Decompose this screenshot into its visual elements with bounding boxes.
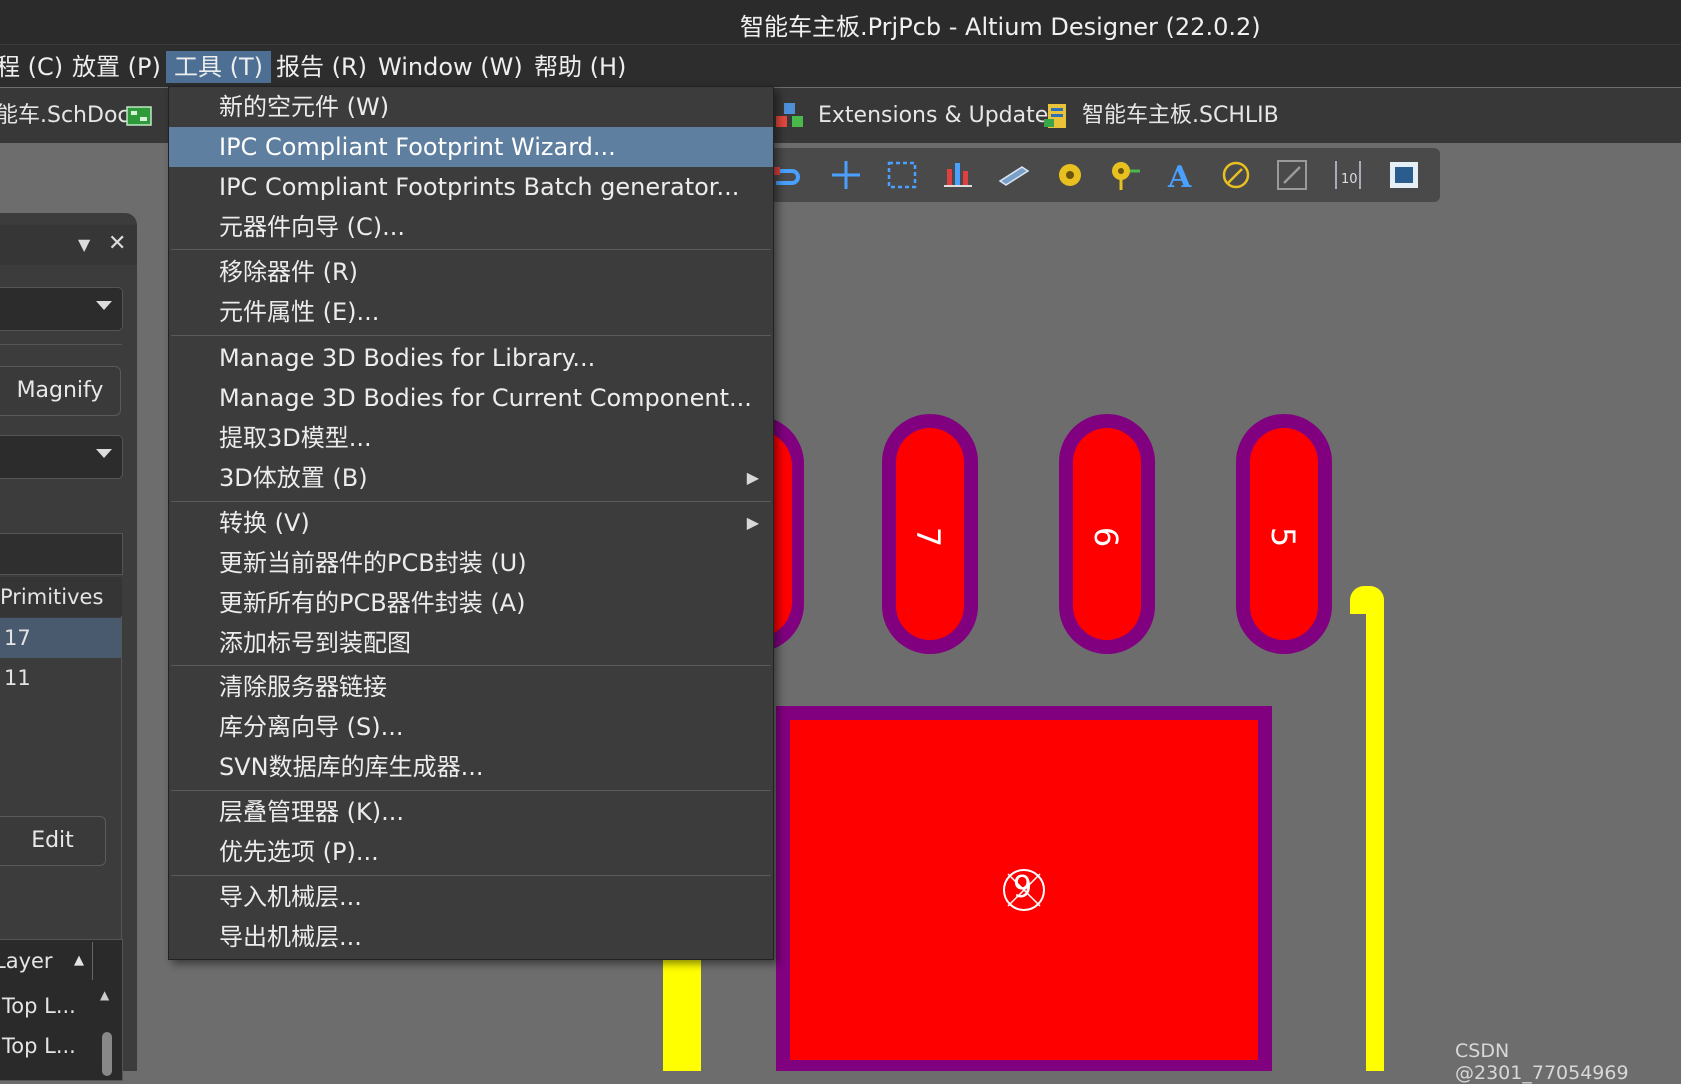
pad-6-label: 6 (1087, 526, 1126, 548)
tools-dropdown-menu: 新的空元件 (W) IPC Compliant Footprint Wizard… (168, 86, 774, 960)
magnify-button[interactable]: Magnify (0, 366, 121, 416)
menu-item-clear-server-links[interactable]: 清除服务器链接 (169, 667, 773, 707)
scroll-up-icon[interactable]: ▲ (100, 988, 109, 1002)
menu-item-add-designator-assembly[interactable]: 添加标号到装配图 (169, 623, 773, 663)
menu-item-label: 3D体放置 (B) (219, 464, 368, 492)
pad-7-label: 7 (909, 526, 948, 548)
pad-5-label: 5 (1264, 526, 1303, 548)
menu-item-ipc-batch-generator[interactable]: IPC Compliant Footprints Batch generator… (169, 167, 773, 207)
menu-separator (171, 249, 771, 250)
submenu-arrow-icon: ▶ (746, 513, 759, 532)
layer-header-label: Layer (0, 949, 53, 973)
pad-9-label: 9 (1013, 870, 1033, 905)
menu-separator (171, 875, 771, 876)
scrollbar-thumb[interactable] (102, 1032, 112, 1076)
table-row[interactable]: Top L... (0, 1026, 94, 1066)
menu-item-update-current-pcb-footprint[interactable]: 更新当前器件的PCB封装 (U) (169, 543, 773, 583)
menu-item-ipc-footprint-wizard[interactable]: IPC Compliant Footprint Wizard... (169, 127, 773, 167)
panel-divider (0, 344, 122, 345)
scrollbar[interactable]: ▲ (98, 988, 116, 1078)
layer-column-header[interactable]: Layer ▲ (0, 942, 93, 980)
menu-item-component-properties[interactable]: 元件属性 (E)... (169, 292, 773, 332)
menu-item-manage-3d-current[interactable]: Manage 3D Bodies for Current Component..… (169, 378, 773, 418)
chevron-down-icon (96, 449, 112, 458)
menu-item-preferences[interactable]: 优先选项 (P)... (169, 832, 773, 872)
close-icon[interactable]: ✕ (108, 231, 126, 256)
panel-menu-icon[interactable]: ▼ (78, 235, 90, 254)
menu-separator (171, 665, 771, 666)
menu-item-component-wizard[interactable]: 元器件向导 (C)... (169, 207, 773, 247)
edit-button[interactable]: Edit (0, 816, 106, 866)
watermark-text: CSDN @2301_77054969 (1455, 1040, 1629, 1084)
submenu-arrow-icon: ▶ (746, 468, 759, 487)
menu-item-svn-library-maker[interactable]: SVN数据库的库生成器... (169, 747, 773, 787)
panel-dropdown-1[interactable] (0, 287, 123, 331)
menu-item-update-all-pcb-footprints[interactable]: 更新所有的PCB器件封装 (A) (169, 583, 773, 623)
sort-up-icon: ▲ (74, 953, 84, 968)
menu-item-3d-body-placement[interactable]: 3D体放置 (B) ▶ (169, 458, 773, 498)
panel-dropdown-2[interactable] (0, 435, 123, 479)
table-row[interactable]: Top L... (0, 986, 94, 1026)
menu-item-manage-3d-library[interactable]: Manage 3D Bodies for Library... (169, 338, 773, 378)
menu-separator (171, 335, 771, 336)
menu-item-extract-3d-model[interactable]: 提取3D模型... (169, 418, 773, 458)
menu-separator (171, 501, 771, 502)
menu-item-new-blank-component[interactable]: 新的空元件 (W) (169, 87, 773, 127)
yellow-track-right (1350, 586, 1384, 1071)
menu-item-convert[interactable]: 转换 (V) ▶ (169, 503, 773, 543)
menu-separator (171, 790, 771, 791)
properties-panel: ▼ ✕ Magnify Primitives 17 11 Edit Layer▲… (0, 213, 137, 1081)
chevron-down-icon (96, 301, 112, 310)
menu-item-export-mechanical-layers[interactable]: 导出机械层... (169, 917, 773, 957)
menu-item-remove-component[interactable]: 移除器件 (R) (169, 252, 773, 292)
layer-list: Layer ▲ Top L... Top L... ▲ (0, 939, 123, 1081)
menu-item-label: 转换 (V) (219, 509, 310, 537)
menu-item-import-mechanical-layers[interactable]: 导入机械层... (169, 877, 773, 917)
panel-filter-box[interactable] (0, 533, 123, 575)
primitives-header[interactable]: Primitives (0, 577, 122, 617)
menu-item-library-splitter-wizard[interactable]: 库分离向导 (S)... (169, 707, 773, 747)
menu-item-layer-stack-manager[interactable]: 层叠管理器 (K)... (169, 792, 773, 832)
panel-header: ▼ ✕ (0, 225, 137, 265)
